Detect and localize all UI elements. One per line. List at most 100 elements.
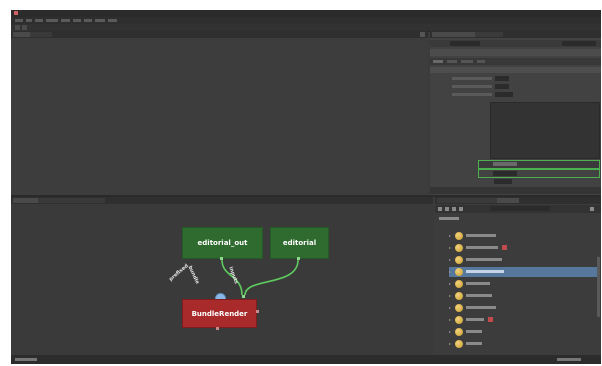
attribute-tabbar xyxy=(430,31,601,38)
attribute-label xyxy=(452,85,492,88)
app-icon xyxy=(14,11,18,15)
tab-outliner-2[interactable] xyxy=(468,198,498,203)
input-port[interactable] xyxy=(242,295,245,298)
subtab-3[interactable] xyxy=(461,60,473,63)
node-editorial-out[interactable]: editorial_out xyxy=(182,227,263,259)
list-item[interactable]: ▸ xyxy=(449,243,599,253)
expand-icon[interactable]: ▸ xyxy=(449,294,452,298)
viewport-pane[interactable] xyxy=(11,31,428,195)
expand-icon[interactable]: ▸ xyxy=(449,246,452,250)
output-port[interactable] xyxy=(220,257,223,260)
outliner-scrollbar[interactable] xyxy=(597,257,600,317)
attribute-row xyxy=(430,92,601,98)
node-icon xyxy=(455,268,463,276)
tab-outliner-active[interactable] xyxy=(497,198,519,203)
menu-item[interactable] xyxy=(61,19,70,22)
warning-badge xyxy=(502,245,507,250)
list-item[interactable]: ▸ xyxy=(449,231,599,241)
expand-icon[interactable]: ▸ xyxy=(449,342,452,346)
selected-attribute-row[interactable] xyxy=(478,160,600,169)
list-item-label xyxy=(466,342,482,345)
list-item-label xyxy=(466,270,504,273)
outliner-tool-icon[interactable] xyxy=(438,207,442,211)
menu-item[interactable] xyxy=(73,19,81,22)
outliner-filter-field[interactable] xyxy=(490,206,550,211)
attribute-value-field[interactable] xyxy=(495,76,509,81)
node-icon xyxy=(455,340,463,348)
expand-icon[interactable]: ▸ xyxy=(449,270,452,274)
outliner-pane: ▸ ▸ ▸ ▸ ▸ ▸ ▸ ▸ ▸ ▸ xyxy=(435,197,601,355)
node-type-field[interactable] xyxy=(562,41,596,46)
node-name-field[interactable] xyxy=(450,41,480,46)
node-icon xyxy=(455,256,463,264)
attribute-value-field[interactable] xyxy=(493,171,517,176)
list-item[interactable]: ▸ xyxy=(449,279,599,289)
list-item-label xyxy=(466,282,490,285)
tab-viewport-2[interactable] xyxy=(30,32,52,37)
list-item-label xyxy=(466,294,492,297)
expand-icon[interactable]: ▸ xyxy=(449,258,452,262)
side-port[interactable] xyxy=(256,310,259,313)
toolbar-button[interactable] xyxy=(15,25,20,30)
menu-item[interactable] xyxy=(108,19,117,22)
expand-icon[interactable]: ▸ xyxy=(449,306,452,310)
connection-wires xyxy=(221,259,299,296)
list-item[interactable]: ▸ xyxy=(449,327,599,337)
bottom-port[interactable] xyxy=(216,327,219,330)
subtab-2[interactable] xyxy=(447,60,457,63)
tab-viewport[interactable] xyxy=(13,32,31,37)
node-icon xyxy=(455,292,463,300)
wire-editorial xyxy=(244,259,299,296)
menu-item[interactable] xyxy=(15,19,23,22)
list-item[interactable]: ▸ xyxy=(449,291,599,301)
node-editor-pane[interactable]: editorial_out editorial prefixed bundle … xyxy=(11,197,433,355)
node-name-row xyxy=(430,40,601,47)
notes-header[interactable] xyxy=(430,187,601,194)
section-header[interactable] xyxy=(430,49,601,56)
settings-header[interactable] xyxy=(430,67,601,73)
tab-attribute-editor[interactable] xyxy=(432,32,476,37)
outliner-root-label xyxy=(439,217,459,220)
attribute-subtabs xyxy=(430,58,601,65)
outliner-tool-icon[interactable] xyxy=(445,207,449,211)
menu-item[interactable] xyxy=(35,19,43,22)
attribute-value-field[interactable] xyxy=(494,179,512,184)
node-bundle-render[interactable]: BundleRender xyxy=(182,299,257,328)
expand-icon[interactable]: ▸ xyxy=(449,318,452,322)
list-item[interactable]: ▸ xyxy=(449,339,599,349)
list-item[interactable]: ▸ xyxy=(449,303,599,313)
tab-outliner-1[interactable] xyxy=(437,198,469,203)
menu-item[interactable] xyxy=(95,19,105,22)
node-icon xyxy=(455,244,463,252)
outliner-tool-icon[interactable] xyxy=(452,207,456,211)
outliner-tool-icon[interactable] xyxy=(459,207,463,211)
node-icon xyxy=(455,280,463,288)
expand-icon[interactable]: ▸ xyxy=(449,234,452,238)
attribute-value-field[interactable] xyxy=(495,92,513,97)
warning-badge xyxy=(488,317,493,322)
subtab-4[interactable] xyxy=(477,60,485,63)
toolbar-button[interactable] xyxy=(22,25,27,30)
text-area[interactable] xyxy=(490,102,600,159)
list-item[interactable]: ▸ xyxy=(449,255,599,265)
list-item[interactable]: ▸ xyxy=(449,315,599,325)
menu-item[interactable] xyxy=(26,19,32,22)
selected-attribute-value xyxy=(493,162,517,166)
expand-icon[interactable]: ▸ xyxy=(449,282,452,286)
menu-item[interactable] xyxy=(46,19,58,22)
menu-item[interactable] xyxy=(84,19,92,22)
attribute-label xyxy=(452,77,492,80)
list-item-label xyxy=(466,318,484,321)
pane-options-icon[interactable] xyxy=(420,32,425,37)
node-editorial[interactable]: editorial xyxy=(270,227,329,259)
list-item-label xyxy=(466,330,482,333)
subtab-settings[interactable] xyxy=(433,60,443,63)
outliner-tool-icon[interactable] xyxy=(590,207,594,211)
status-text xyxy=(15,358,37,361)
expand-icon[interactable]: ▸ xyxy=(449,330,452,334)
list-item-selected[interactable]: ▸ xyxy=(449,267,599,277)
status-bar xyxy=(11,355,601,364)
attribute-value-field[interactable] xyxy=(495,84,509,89)
tab-attribute-2[interactable] xyxy=(475,32,503,37)
output-port[interactable] xyxy=(297,257,300,260)
